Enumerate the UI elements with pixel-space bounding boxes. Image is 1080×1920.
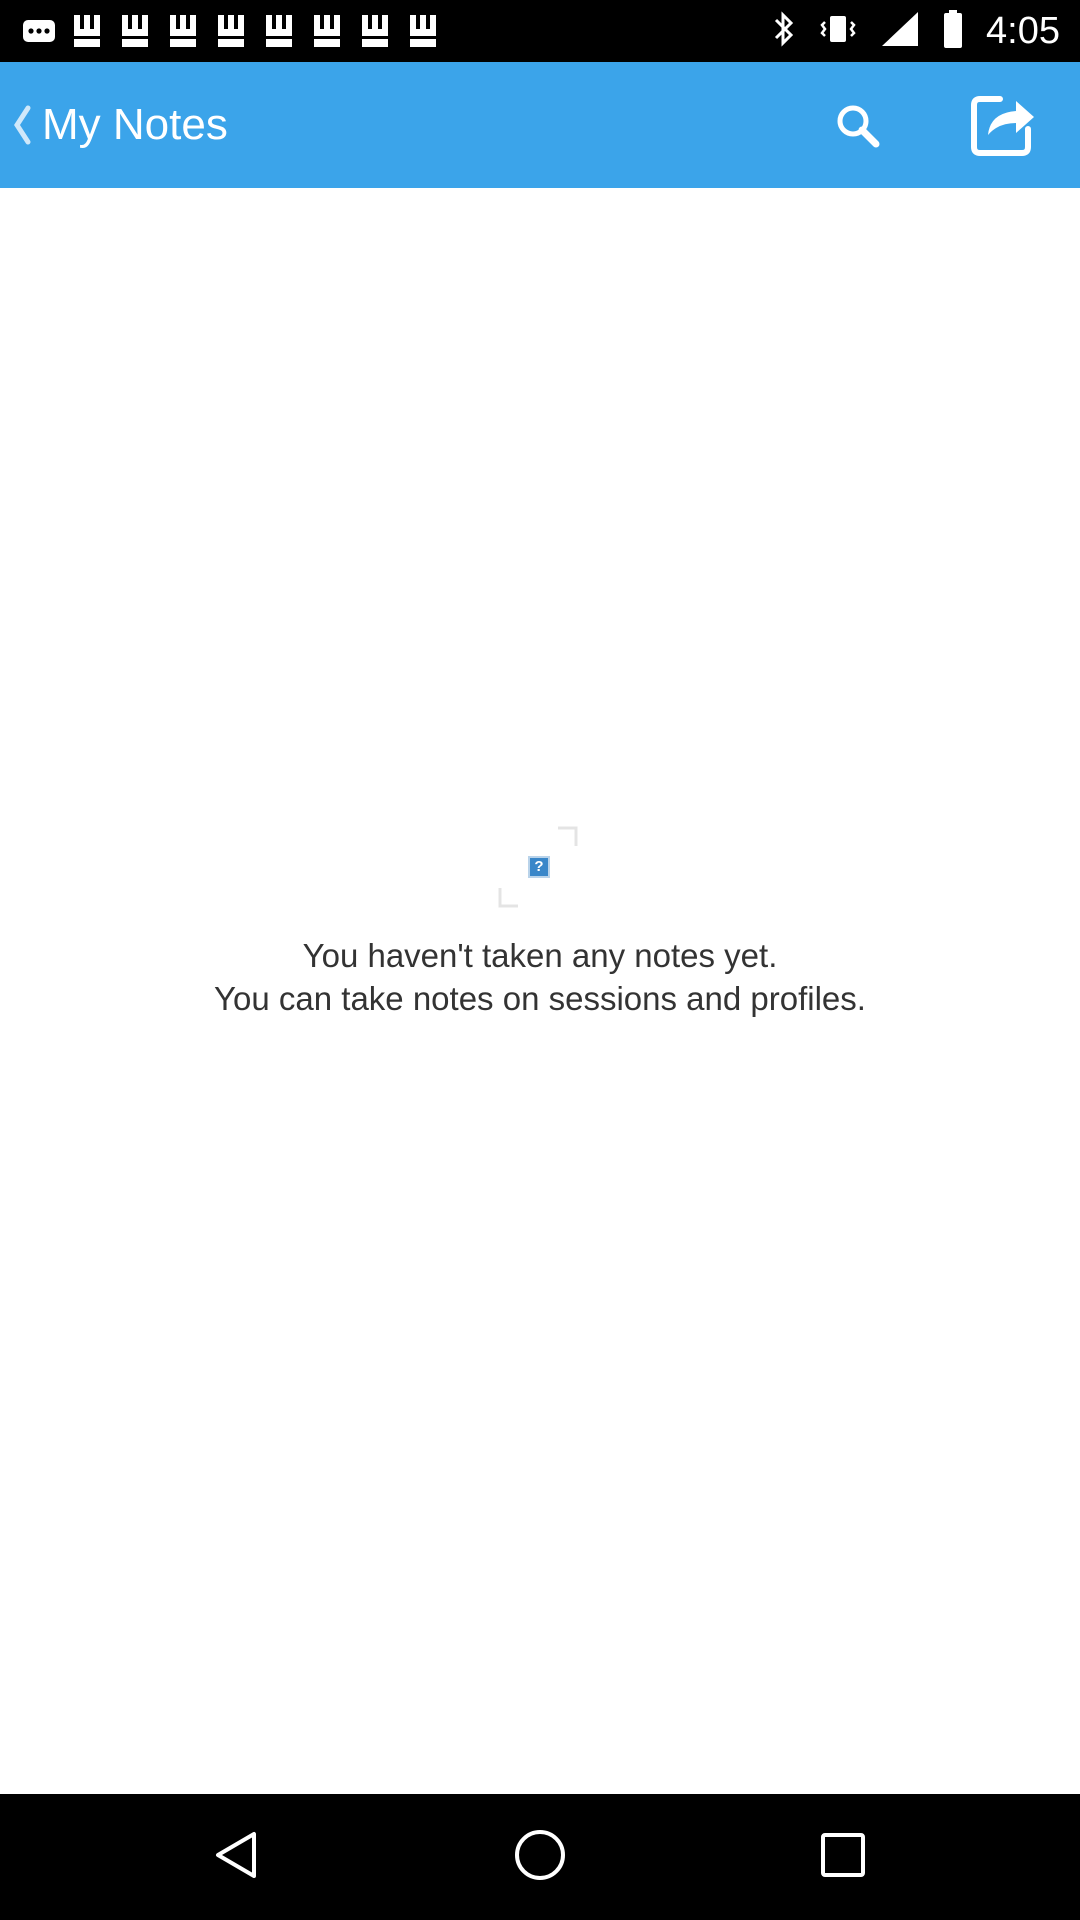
image-icon: [118, 12, 152, 50]
image-icon: [262, 12, 296, 50]
clock: 4:05: [986, 9, 1060, 52]
notification-icons: [22, 12, 440, 50]
image-icon: [406, 12, 440, 50]
vibrate-icon: [818, 10, 858, 53]
status-indicators: 4:05: [772, 0, 1060, 62]
nav-back-button[interactable]: [202, 1822, 272, 1892]
nav-recents-button[interactable]: [808, 1822, 878, 1892]
battery-icon: [942, 9, 964, 54]
search-button[interactable]: [828, 98, 888, 158]
status-bar: 4:05: [0, 0, 1080, 62]
navigation-bar: [0, 1794, 1080, 1920]
app-bar: My Notes: [0, 62, 1080, 188]
empty-state-line-1: You haven't taken any notes yet.: [302, 937, 778, 974]
image-icon: [214, 12, 248, 50]
image-icon: [166, 12, 200, 50]
chevron-left-icon[interactable]: [8, 102, 36, 148]
back-triangle-icon: [210, 1828, 264, 1887]
empty-state-line-2: You can take notes on sessions and profi…: [214, 980, 866, 1017]
empty-state-message: You haven't taken any notes yet. You can…: [0, 934, 1080, 1020]
notes-content: ? You haven't taken any notes yet. You c…: [0, 188, 1080, 1794]
more-icon: [22, 12, 56, 50]
image-icon: [358, 12, 392, 50]
search-icon: [834, 102, 882, 155]
bluetooth-icon: [772, 10, 796, 53]
recents-square-icon: [818, 1830, 868, 1885]
share-icon: [970, 91, 1038, 162]
broken-image-icon: ?: [528, 856, 550, 878]
image-icon: [70, 12, 104, 50]
page-title[interactable]: My Notes: [42, 98, 228, 152]
nav-home-button[interactable]: [505, 1822, 575, 1892]
home-circle-icon: [512, 1827, 568, 1888]
share-button[interactable]: [966, 88, 1042, 164]
signal-icon: [880, 10, 920, 53]
image-icon: [310, 12, 344, 50]
screen: 4:05 My Notes ? You haven't taken any no…: [0, 0, 1080, 1920]
